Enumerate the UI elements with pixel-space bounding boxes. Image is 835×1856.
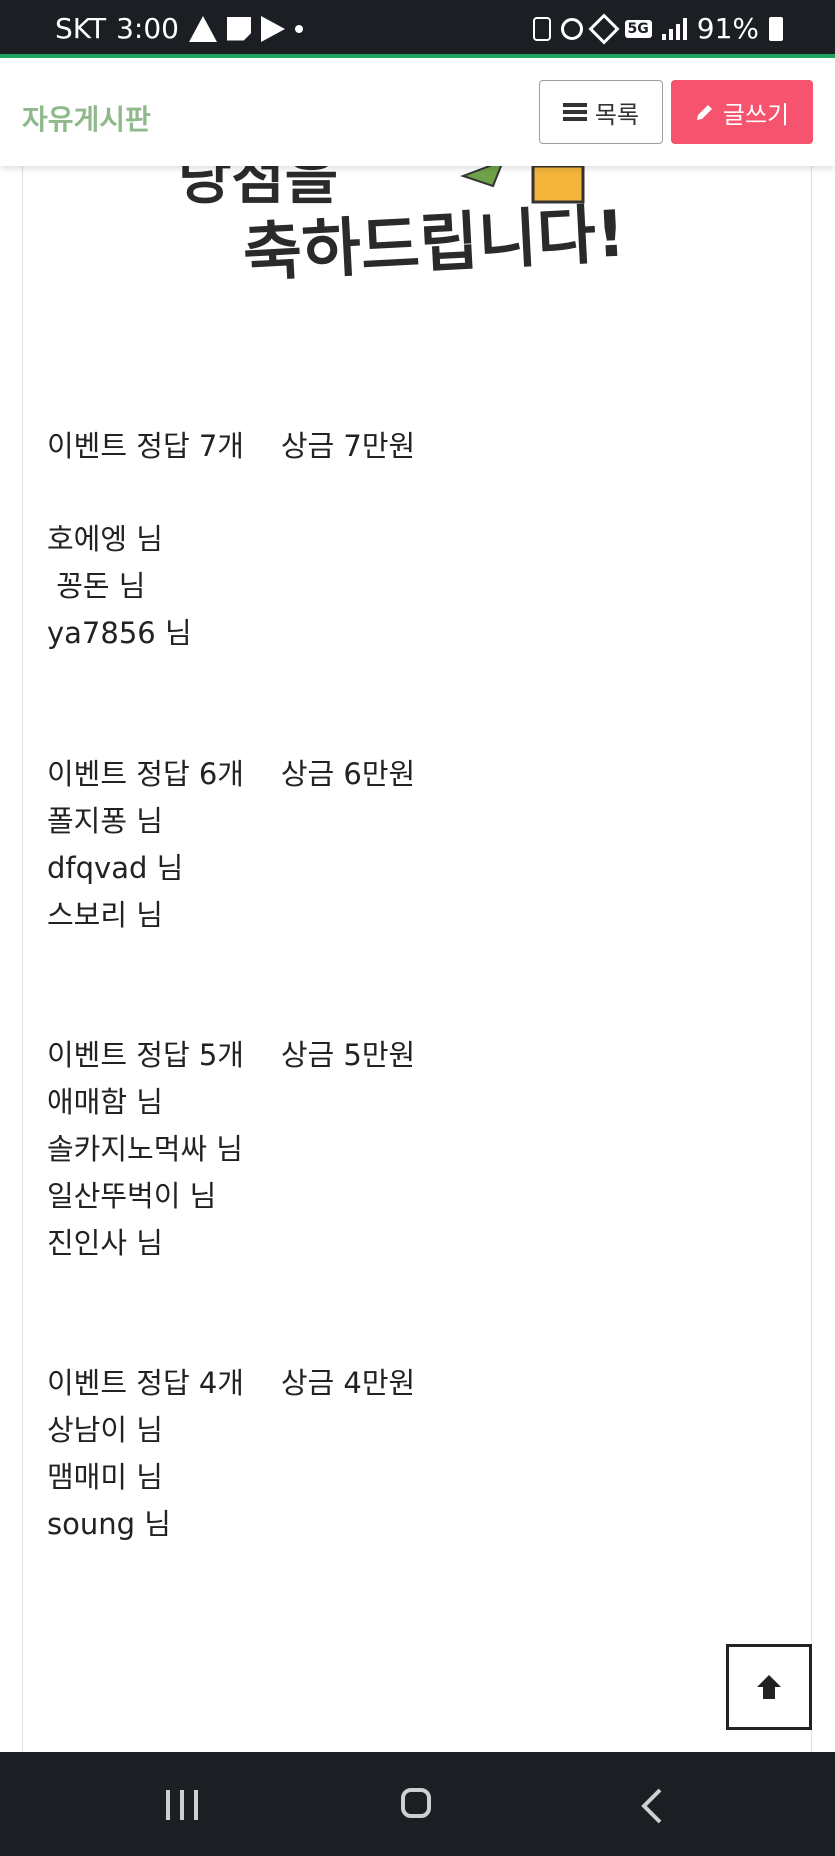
play-store-icon — [260, 15, 285, 42]
winner-item: 호에엥 님 — [47, 522, 163, 556]
status-left: SKT 3:00 — [55, 12, 303, 45]
section-heading-7: 이벤트 정답 7개 상금 7만원 — [47, 429, 416, 463]
write-button-label: 글쓰기 — [722, 100, 790, 129]
warning-icon — [188, 15, 217, 42]
section-heading-4: 이벤트 정답 4개 상금 4만원 — [47, 1366, 416, 1400]
mute-icon — [587, 12, 620, 45]
note-icon — [226, 16, 251, 41]
gift-box-icon — [460, 166, 585, 204]
section-heading-5: 이벤트 정답 5개 상금 5만원 — [47, 1038, 416, 1072]
banner-text-line1: 당첨을 — [178, 166, 338, 212]
alarm-icon — [560, 17, 583, 40]
winner-item: 진인사 님 — [47, 1226, 163, 1260]
more-notifications-dot-icon — [294, 24, 303, 33]
list-button[interactable]: 목록 — [539, 80, 663, 144]
congratulations-banner-image: 당첨을 축하드립니다! — [23, 166, 811, 346]
clock-time: 3:00 — [116, 12, 179, 45]
back-button[interactable] — [640, 1788, 664, 1828]
winner-item: 상남이 님 — [47, 1413, 163, 1447]
winner-item: soung 님 — [47, 1507, 171, 1541]
board-header: 자유게시판 목록 글쓰기 — [0, 62, 835, 166]
list-button-label: 목록 — [594, 100, 640, 129]
winner-item: 솔카지노먹싸 님 — [47, 1132, 243, 1166]
winner-item: ya7856 님 — [47, 616, 192, 650]
signal-icon — [661, 17, 687, 40]
recent-apps-button[interactable] — [166, 1790, 198, 1820]
arrow-up-icon — [757, 1675, 781, 1699]
winner-item: dfqvad 님 — [47, 851, 184, 885]
system-navigation-bar — [0, 1752, 835, 1856]
back-icon — [641, 1788, 662, 1824]
scroll-to-top-button[interactable] — [726, 1644, 812, 1730]
status-bar: SKT 3:00 5G 91% — [0, 0, 835, 58]
winner-item: 맴매미 님 — [47, 1460, 163, 1494]
battery-icon — [769, 16, 783, 41]
network-type: 5G — [624, 19, 652, 38]
winner-item: 꽁돈 님 — [47, 569, 146, 603]
status-right: 5G 91% — [532, 12, 783, 45]
carrier-label: SKT — [55, 12, 107, 45]
board-title[interactable]: 자유게시판 — [22, 98, 151, 138]
list-icon — [562, 103, 587, 121]
section-heading-6: 이벤트 정답 6개 상금 6만원 — [47, 757, 416, 791]
winner-item: 스보리 님 — [47, 898, 163, 932]
status-divider — [0, 54, 835, 58]
home-button[interactable] — [401, 1788, 431, 1818]
winner-item: 폴지퐁 님 — [47, 804, 163, 838]
winner-item: 애매함 님 — [47, 1085, 163, 1119]
recycle-icon — [532, 16, 551, 41]
battery-percent: 91% — [696, 12, 759, 45]
write-button[interactable]: 글쓰기 — [671, 80, 813, 144]
post-body: 당첨을 축하드립니다! 이벤트 정답 7개 상금 7만원 호에엥 님 꽁돈 님 … — [22, 166, 812, 1752]
winner-item: 일산뚜벅이 님 — [47, 1179, 217, 1213]
pencil-icon — [695, 102, 715, 122]
